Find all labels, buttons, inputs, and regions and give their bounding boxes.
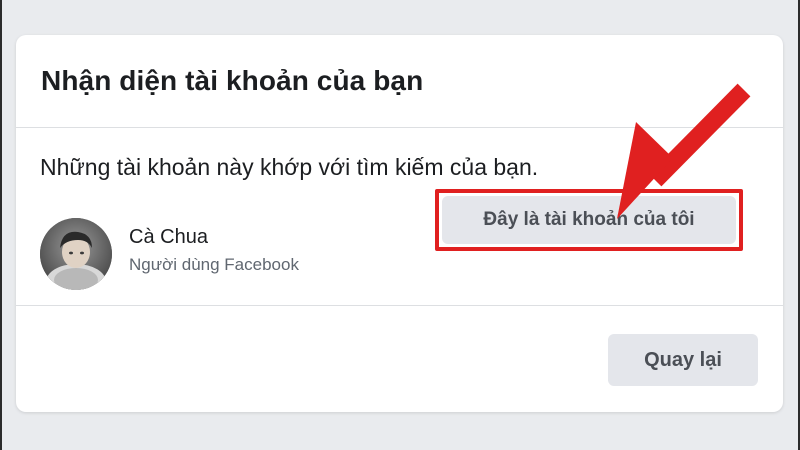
dialog-title: Nhận diện tài khoản của bạn (41, 65, 424, 96)
user-avatar-photo-icon (40, 218, 112, 290)
account-subtitle: Người dùng Facebook (129, 255, 299, 274)
this-is-my-account-button[interactable]: Đây là tài khoản của tôi (442, 196, 736, 244)
back-button[interactable]: Quay lại (608, 334, 758, 386)
dialog-footer: Quay lại (16, 306, 783, 412)
dialog-header: Nhận diện tài khoản của bạn (16, 35, 783, 128)
avatar (40, 218, 112, 290)
account-name: Cà Chua (129, 226, 208, 248)
dialog-message: Những tài khoản này khớp với tìm kiếm củ… (40, 154, 539, 180)
